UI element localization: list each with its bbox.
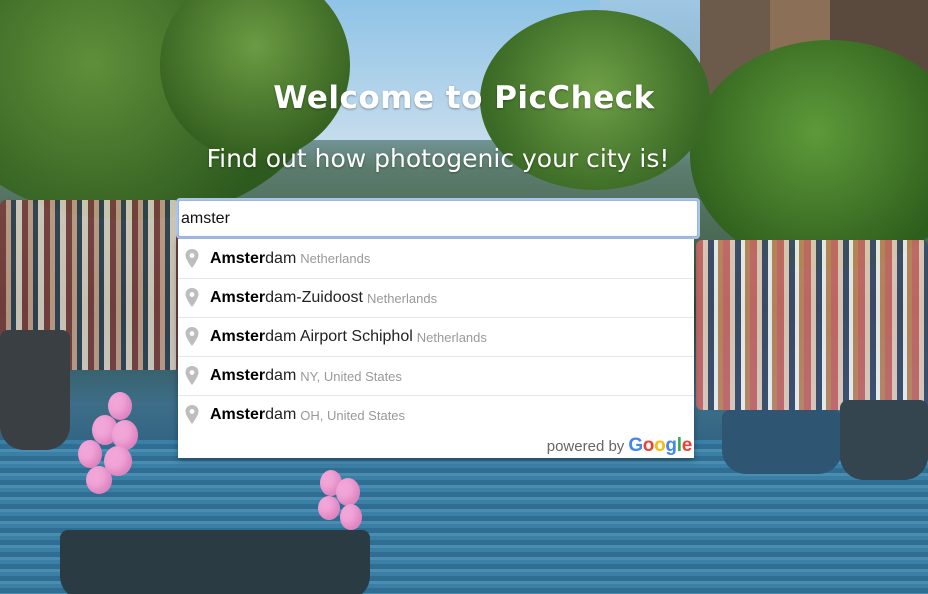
location-pin-icon (185, 366, 199, 385)
google-logo: Google (628, 435, 692, 457)
google-logo-letter: o (654, 435, 666, 456)
suggestion-match: Amster (210, 367, 266, 384)
suggestion-rest: dam (265, 406, 297, 423)
suggestion-rest: dam (265, 367, 297, 384)
city-search-input[interactable] (176, 198, 700, 239)
pink-balloon (108, 392, 132, 420)
page-subtitle: Find out how photogenic your city is! (206, 144, 670, 173)
boat-right-2 (840, 400, 928, 480)
suggestion-secondary: Netherlands (366, 290, 438, 306)
suggestion-item[interactable]: Amsterdam OH, United States (178, 395, 694, 434)
location-pin-icon (185, 405, 199, 424)
powered-by-label: powered by (546, 437, 625, 455)
suggestion-match: Amster (210, 406, 266, 423)
autocomplete-suggestions: Amsterdam Netherlands Amsterdam-Zuidoost… (178, 239, 694, 458)
suggestion-item[interactable]: Amsterdam Airport Schiphol Netherlands (178, 317, 694, 356)
suggestion-rest: dam (265, 249, 297, 267)
suggestion-main-text: Amsterdam (210, 250, 296, 268)
google-logo-letter: G (628, 435, 643, 456)
pink-balloon (78, 440, 102, 468)
suggestion-secondary: OH, United States (300, 407, 406, 423)
suggestion-match: Amster (210, 328, 266, 345)
google-logo-letter: g (665, 435, 677, 456)
pink-balloon (340, 504, 362, 530)
suggestion-main-text: Amsterdam-Zuidoost (210, 289, 363, 307)
suggestion-item[interactable]: Amsterdam Netherlands (178, 239, 694, 278)
google-logo-letter: e (681, 435, 693, 456)
suggestion-main-text: Amsterdam Airport Schiphol (210, 328, 413, 346)
crowd-right (696, 240, 928, 410)
location-pin-icon (185, 248, 199, 268)
suggestion-main-text: Amsterdam (210, 406, 296, 424)
boat-left (0, 330, 70, 450)
suggestion-rest: dam Airport Schiphol (265, 328, 413, 345)
suggestion-secondary: NY, United States (300, 368, 402, 384)
suggestion-item[interactable]: Amsterdam-Zuidoost Netherlands (178, 278, 694, 317)
pink-balloon (336, 478, 360, 506)
page-title: Welcome to PicCheck (273, 80, 655, 116)
location-pin-icon (185, 288, 199, 307)
location-pin-icon (185, 327, 199, 346)
powered-by-google: powered by Google (546, 435, 693, 457)
suggestion-match: Amster (210, 249, 266, 267)
boat-right (722, 410, 842, 474)
suggestion-secondary: Netherlands (300, 251, 371, 266)
suggestion-match: Amster (210, 289, 266, 306)
boat-bottom (60, 530, 370, 594)
suggestion-main-text: Amsterdam (210, 367, 296, 385)
google-logo-letter: o (642, 435, 655, 456)
suggestion-item[interactable]: Amsterdam NY, United States (178, 356, 694, 395)
pink-balloon (318, 496, 340, 520)
suggestion-rest: dam-Zuidoost (265, 289, 363, 306)
pink-balloon (86, 466, 112, 494)
suggestion-secondary: Netherlands (416, 329, 487, 345)
